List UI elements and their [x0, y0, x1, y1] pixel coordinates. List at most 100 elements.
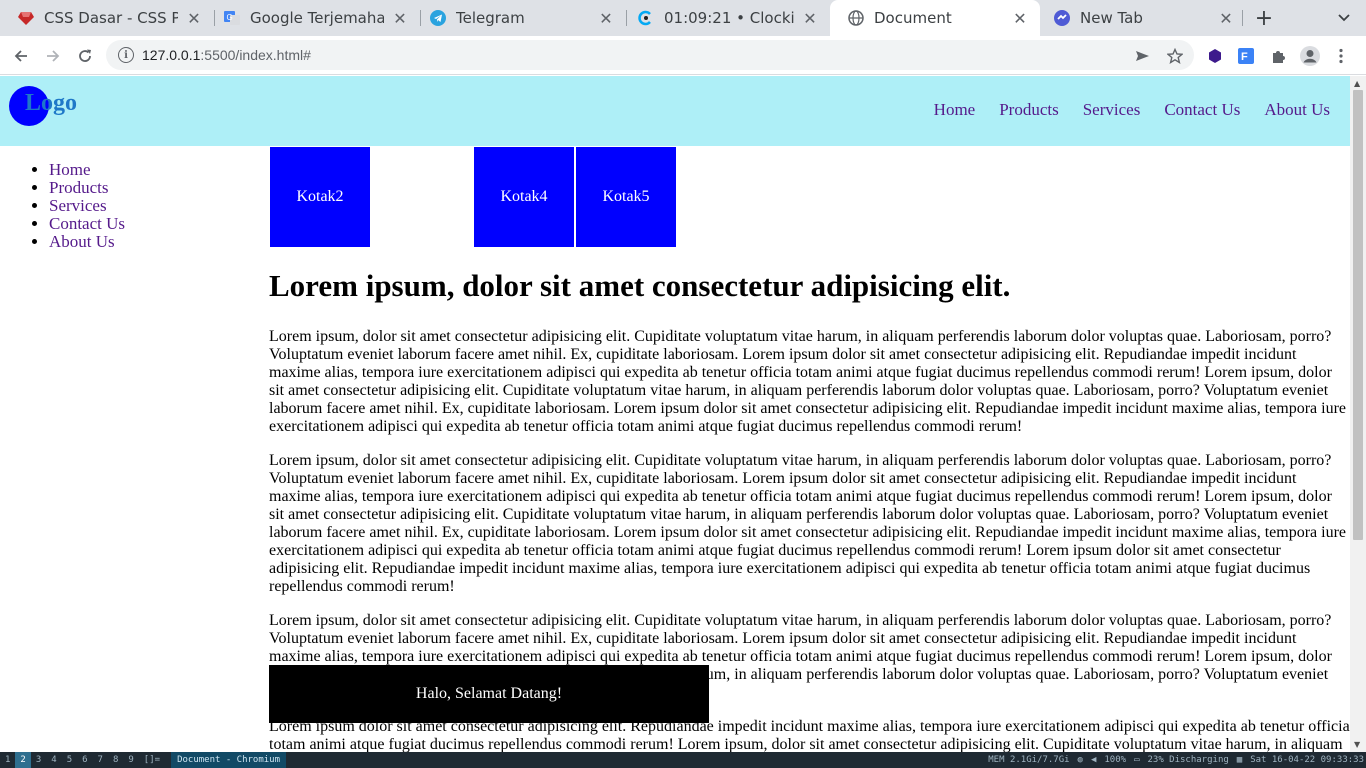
- page-heading: Lorem ipsum, dolor sit amet consectetur …: [269, 268, 1011, 303]
- nav-link-contact-us[interactable]: Contact Us: [1164, 100, 1240, 120]
- os-status-bar: 1 2 3 4 5 6 7 8 9 []= Document - Chromiu…: [0, 752, 1366, 768]
- kebab-menu-icon: [1339, 48, 1343, 64]
- paragraph: Lorem ipsum, dolor sit amet consectetur …: [269, 452, 1347, 595]
- layout-indicator[interactable]: []=: [139, 752, 165, 768]
- browser-menu-button[interactable]: [1328, 43, 1354, 69]
- workspace-9[interactable]: 9: [123, 752, 138, 768]
- sidebar-nav: Home Products Services Contact Us About …: [30, 161, 125, 251]
- extension-button[interactable]: F: [1233, 43, 1259, 69]
- logo[interactable]: Logo: [25, 90, 77, 117]
- reload-icon: [79, 49, 91, 62]
- workspace-7[interactable]: 7: [93, 752, 108, 768]
- window-title: Document - Chromium: [171, 752, 287, 768]
- close-icon[interactable]: ✕: [1012, 9, 1028, 28]
- tab-title: Google Terjemahan: [250, 9, 384, 27]
- url-path: :5500/index.html#: [200, 47, 311, 63]
- tab-new-tab[interactable]: New Tab ✕: [1036, 0, 1246, 36]
- nav-link-products[interactable]: Products: [999, 100, 1059, 120]
- battery-readout: 23% Discharging: [1147, 755, 1229, 765]
- hexagon-extension-icon: [1209, 49, 1221, 63]
- tab-telegram[interactable]: Telegram ✕: [412, 0, 626, 36]
- extension-button[interactable]: [1202, 43, 1228, 69]
- volume-icon: ◀: [1090, 755, 1097, 765]
- calendar-icon: ▦: [1236, 755, 1243, 765]
- sidebar-item-services: Services: [49, 197, 125, 215]
- sidebar-item-about-us: About Us: [49, 233, 125, 251]
- bookmark-button[interactable]: [1162, 43, 1188, 69]
- workspace-8[interactable]: 8: [108, 752, 123, 768]
- workspace-3[interactable]: 3: [31, 752, 46, 768]
- welcome-banner: Halo, Selamat Datang!: [269, 665, 709, 723]
- workspace-2[interactable]: 2: [15, 752, 31, 768]
- star-icon: [1167, 48, 1183, 64]
- nav-link-about-us[interactable]: About Us: [1264, 100, 1330, 120]
- box-kotak4: Kotak4: [474, 147, 574, 247]
- sidebar-link-products[interactable]: Products: [49, 178, 109, 197]
- reload-button[interactable]: [72, 43, 98, 69]
- clock-readout: Sat 16-04-22 09:33:33: [1250, 755, 1364, 765]
- sidebar-item-home: Home: [49, 161, 125, 179]
- workspace-4[interactable]: 4: [46, 752, 61, 768]
- tab-strip: CSS Dasar - CSS Posi ✕ G Google Terjemah…: [0, 0, 1366, 36]
- puzzle-icon: [1273, 51, 1285, 63]
- close-icon[interactable]: ✕: [392, 9, 408, 28]
- tab-separator: [1242, 10, 1243, 26]
- sidebar-link-about-us[interactable]: About Us: [49, 232, 115, 251]
- send-icon: [1136, 51, 1149, 61]
- workspace-6[interactable]: 6: [77, 752, 92, 768]
- forward-arrow-icon: [47, 50, 60, 62]
- memory-readout: MEM 2.1Gi/7.7Gi: [988, 755, 1070, 765]
- box-kotak2: Kotak2: [270, 147, 370, 247]
- forward-button[interactable]: [40, 43, 66, 69]
- ruby-gem-icon: [18, 10, 34, 26]
- tab-title: New Tab: [1080, 9, 1143, 27]
- workspace-5[interactable]: 5: [62, 752, 77, 768]
- box-kotak5: Kotak5: [576, 147, 676, 247]
- site-header: Logo Home Products Services Contact Us A…: [0, 76, 1350, 146]
- sidebar-link-home[interactable]: Home: [49, 160, 91, 179]
- tab-document[interactable]: Document ✕: [830, 0, 1040, 36]
- back-arrow-icon: [14, 50, 27, 62]
- scroll-down-arrow-icon[interactable]: ▼: [1354, 740, 1360, 749]
- workspace-1[interactable]: 1: [0, 752, 15, 768]
- tab-css-dasar[interactable]: CSS Dasar - CSS Posi ✕: [0, 0, 214, 36]
- paragraph: Lorem ipsum dolor sit amet consectetur a…: [269, 718, 1350, 752]
- sidebar-link-contact-us[interactable]: Contact Us: [49, 214, 125, 233]
- new-tab-button[interactable]: +: [1252, 6, 1276, 31]
- nav-link-home[interactable]: Home: [934, 100, 976, 120]
- vertical-scrollbar[interactable]: ▲ ▼: [1350, 76, 1366, 752]
- address-bar[interactable]: i 127.0.0.1:5500/index.html#: [106, 40, 1194, 70]
- sidebar-item-contact-us: Contact Us: [49, 215, 125, 233]
- scroll-up-arrow-icon[interactable]: ▲: [1354, 79, 1360, 88]
- nav-link-services[interactable]: Services: [1083, 100, 1141, 120]
- telegram-icon: [430, 10, 446, 26]
- globe-icon: [848, 10, 864, 26]
- main-nav: Home Products Services Contact Us About …: [934, 100, 1330, 120]
- new-tab-icon: [1054, 10, 1070, 26]
- system-tray: MEM 2.1Gi/7.7Gi ◍ ◀ 100% ▭ 23% Dischargi…: [988, 752, 1364, 768]
- tab-clockify[interactable]: 01:09:21 • Clockify ✕: [620, 0, 830, 36]
- google-translate-icon: G: [224, 10, 240, 26]
- tab-title: CSS Dasar - CSS Posi: [44, 9, 178, 27]
- sidebar-link-services[interactable]: Services: [49, 196, 107, 215]
- site-info-icon[interactable]: i: [118, 47, 134, 63]
- close-icon[interactable]: ✕: [598, 9, 614, 28]
- browser-toolbar: i 127.0.0.1:5500/index.html# F: [0, 36, 1366, 75]
- scroll-thumb[interactable]: [1353, 90, 1363, 540]
- tab-title: 01:09:21 • Clockify: [664, 9, 794, 27]
- tab-search-icon[interactable]: [1332, 6, 1356, 30]
- battery-icon: ▭: [1134, 755, 1140, 765]
- close-icon[interactable]: ✕: [802, 9, 818, 28]
- svg-text:G: G: [227, 13, 233, 22]
- profile-button[interactable]: [1297, 43, 1323, 69]
- svg-text:F: F: [1241, 51, 1248, 63]
- url-host: 127.0.0.1: [142, 47, 201, 63]
- back-button[interactable]: [8, 43, 34, 69]
- send-tab-button[interactable]: [1129, 43, 1155, 69]
- close-icon[interactable]: ✕: [186, 9, 202, 28]
- network-icon: ◍: [1077, 755, 1083, 765]
- volume-readout: 100%: [1104, 755, 1127, 765]
- close-icon[interactable]: ✕: [1218, 9, 1234, 28]
- tab-google-terjemahan[interactable]: G Google Terjemahan ✕: [206, 0, 420, 36]
- extensions-menu-button[interactable]: [1265, 43, 1291, 69]
